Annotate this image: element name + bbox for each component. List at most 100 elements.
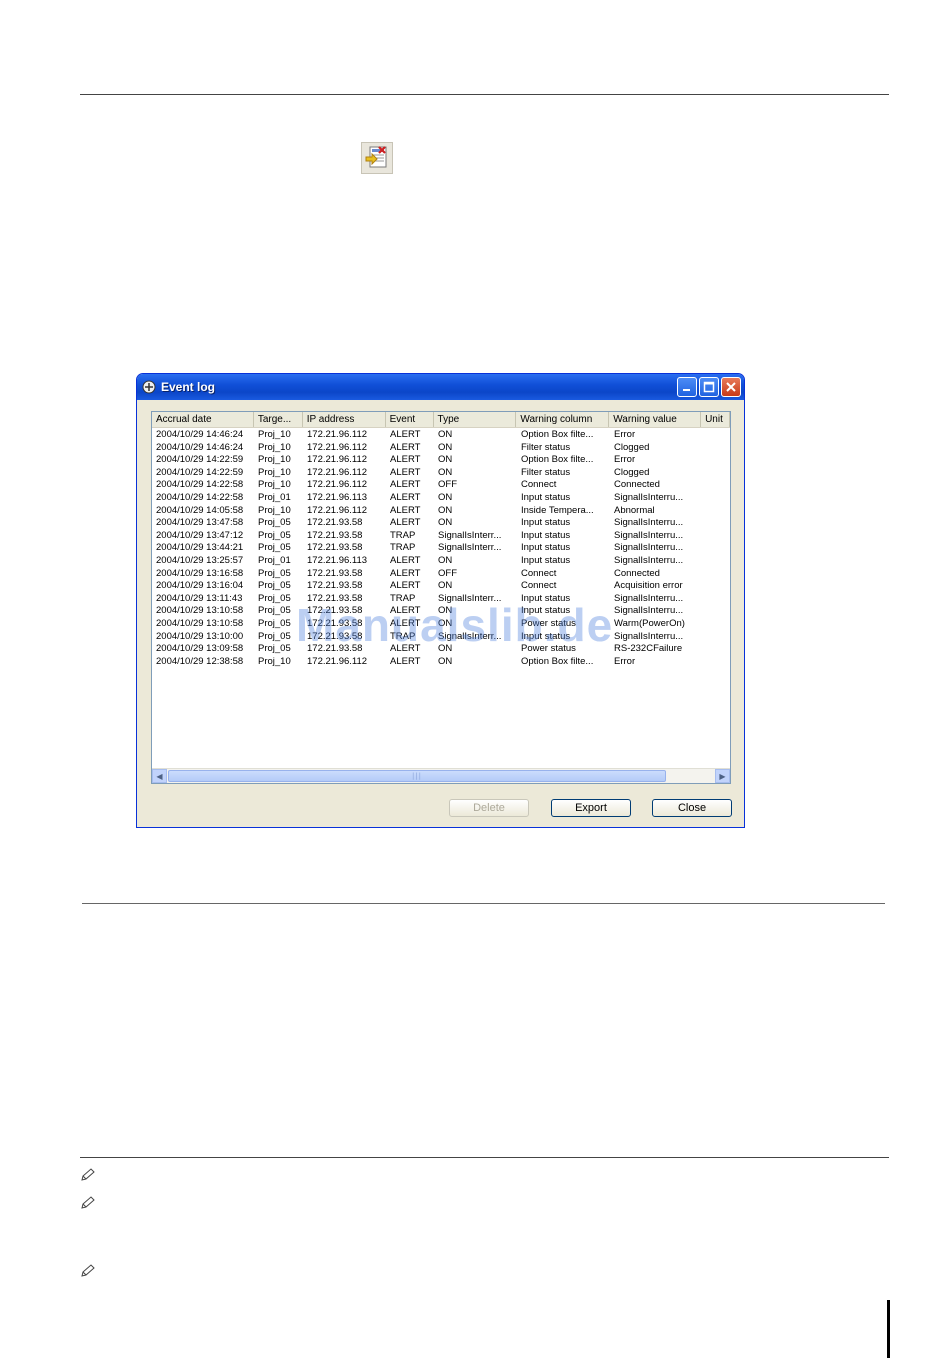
table-cell: Proj_10 (258, 429, 291, 440)
title-bar[interactable]: Event log (137, 374, 744, 400)
table-row[interactable]: 2004/10/29 14:46:24 Proj_10 172.21.96.112 A… (152, 429, 730, 442)
table-row[interactable]: 2004/10/29 12:38:58 Proj_10 172.21.96.112 A… (152, 656, 730, 669)
table-cell: Acquisition error (614, 580, 683, 592)
table-cell: 2004/10/29 13:47:12 (156, 529, 244, 541)
table-cell: Proj_05 (258, 630, 291, 642)
table-cell: Proj_10 (258, 454, 291, 466)
table-row[interactable]: 2004/10/29 14:22:58 Proj_10 172.21.96.112 A… (152, 479, 730, 492)
table-cell: ALERT (390, 655, 421, 667)
column-header-event[interactable]: Event (386, 412, 434, 427)
table-cell: 2004/10/29 14:46:24 (156, 441, 244, 453)
chevron-left-icon: ◀ (156, 771, 163, 781)
table-cell: 2004/10/29 13:10:58 (156, 605, 244, 617)
column-header-type[interactable]: Type (434, 412, 517, 427)
table-cell: Filter status (521, 466, 571, 478)
column-header-target[interactable]: Targe... (254, 412, 303, 427)
table-cell: 2004/10/29 13:25:57 (156, 554, 244, 566)
table-cell: RS-232CFailure (614, 643, 683, 655)
event-list[interactable]: Accrual date Targe... IP address Event T… (151, 411, 731, 784)
table-cell: SignalIsInterru... (614, 529, 684, 541)
scroll-right-button[interactable]: ▶ (715, 769, 730, 783)
maximize-icon (703, 381, 715, 393)
table-row[interactable]: 2004/10/29 13:16:04 Proj_05 172.21.93.58 AL… (152, 580, 730, 593)
column-header-ip-address[interactable]: IP address (303, 412, 386, 427)
table-cell: ALERT (390, 504, 421, 516)
table-cell: ALERT (390, 466, 421, 478)
table-row[interactable]: 2004/10/29 13:47:58 Proj_05 172.21.93.58 AL… (152, 517, 730, 530)
note-rule (80, 1157, 889, 1158)
table-cell: Input status (521, 491, 571, 503)
table-cell: SignalIsInterru... (614, 592, 684, 604)
table-cell: Option Box filte... (521, 655, 594, 667)
table-cell: 172.21.93.58 (307, 517, 363, 529)
table-row[interactable]: 2004/10/29 13:10:58 Proj_05 172.21.93.58 AL… (152, 618, 730, 631)
table-cell: ON (438, 617, 453, 629)
delete-button[interactable]: Delete (449, 799, 529, 817)
table-cell: ALERT (390, 491, 421, 503)
table-cell: Input status (521, 542, 571, 554)
scroll-left-button[interactable]: ◀ (152, 769, 167, 783)
event-log-toolbar-icon[interactable] (361, 142, 393, 174)
table-row[interactable]: 2004/10/29 13:09:58 Proj_05 172.21.93.58 AL… (152, 643, 730, 656)
table-cell: Proj_10 (258, 655, 291, 667)
table-cell: Connect (521, 580, 557, 592)
table-cell: Warm(PowerOn) (614, 617, 685, 629)
chevron-right-icon: ▶ (719, 771, 726, 781)
table-cell: OFF (438, 567, 457, 579)
list-body: 2004/10/29 14:46:24 Proj_10 172.21.96.112 A… (152, 428, 730, 668)
note-pencil-icon (81, 1168, 95, 1181)
table-row[interactable]: 2004/10/29 14:22:59 Proj_10 172.21.96.112 A… (152, 467, 730, 480)
table-cell: ALERT (390, 517, 421, 529)
table-row[interactable]: 2004/10/29 13:10:58 Proj_05 172.21.93.58 AL… (152, 605, 730, 618)
table-cell: ALERT (390, 643, 421, 655)
table-cell: Inside Tempera... (521, 504, 594, 516)
column-header-accrual-date[interactable]: Accrual date (152, 412, 254, 427)
table-cell: Input status (521, 630, 571, 642)
table-cell: Proj_05 (258, 592, 291, 604)
table-cell: 172.21.93.58 (307, 643, 363, 655)
table-row[interactable]: 2004/10/29 14:05:58 Proj_10 172.21.96.112 A… (152, 505, 730, 518)
table-cell: 172.21.96.112 (307, 479, 368, 491)
table-cell: 2004/10/29 14:22:58 (156, 479, 244, 491)
table-cell: 2004/10/29 14:05:58 (156, 504, 244, 516)
list-header: Accrual date Targe... IP address Event T… (152, 412, 730, 428)
table-cell: Proj_05 (258, 567, 291, 579)
close-button[interactable]: Close (652, 799, 732, 817)
scroll-grip: ||| (411, 772, 423, 780)
close-window-button[interactable] (721, 377, 741, 397)
minimize-icon (683, 389, 690, 391)
table-cell: Proj_10 (258, 479, 291, 491)
table-row[interactable]: 2004/10/29 13:25:57 Proj_01 172.21.96.113 A… (152, 555, 730, 568)
section-rule (82, 903, 885, 904)
table-cell: 2004/10/29 14:22:58 (156, 491, 244, 503)
export-button[interactable]: Export (551, 799, 631, 817)
table-cell: ALERT (390, 479, 421, 491)
horizontal-scrollbar[interactable]: ◀ ||| ▶ (152, 768, 730, 783)
table-row[interactable]: 2004/10/29 14:46:24 Proj_10 172.21.96.112 A… (152, 442, 730, 455)
scroll-thumb[interactable]: ||| (168, 770, 666, 782)
table-row[interactable]: 2004/10/29 14:22:58 Proj_01 172.21.96.113 A… (152, 492, 730, 505)
table-cell: OFF (438, 479, 457, 491)
column-header-unit[interactable]: Unit (701, 412, 730, 427)
table-cell: Proj_10 (258, 441, 291, 453)
column-header-warning-column[interactable]: Warning column (516, 412, 610, 427)
table-cell: Power status (521, 643, 576, 655)
table-row[interactable]: 2004/10/29 13:16:58 Proj_05 172.21.93.58 AL… (152, 568, 730, 581)
table-row[interactable]: 2004/10/29 14:22:59 Proj_10 172.21.96.112 A… (152, 454, 730, 467)
table-cell: ON (438, 466, 453, 478)
minimize-button[interactable] (677, 377, 697, 397)
table-cell: 2004/10/29 13:47:58 (156, 517, 244, 529)
table-row[interactable]: 2004/10/29 13:11:43 Proj_05 172.21.93.58 TR… (152, 593, 730, 606)
table-row[interactable]: 2004/10/29 13:47:12 Proj_05 172.21.93.58 TR… (152, 530, 730, 543)
column-header-warning-value[interactable]: Warning value (609, 412, 702, 427)
table-cell: SignalIsInterru... (614, 517, 684, 529)
table-cell: ALERT (390, 580, 421, 592)
table-cell: SignalIsInterru... (614, 630, 684, 642)
table-cell: ON (438, 605, 453, 617)
close-icon (726, 382, 736, 392)
table-row[interactable]: 2004/10/29 13:10:00 Proj_05 172.21.93.58 TR… (152, 631, 730, 644)
table-cell: TRAP (390, 542, 416, 554)
table-cell: ON (438, 429, 453, 440)
maximize-button[interactable] (699, 377, 719, 397)
table-row[interactable]: 2004/10/29 13:44:21 Proj_05 172.21.93.58 TR… (152, 542, 730, 555)
